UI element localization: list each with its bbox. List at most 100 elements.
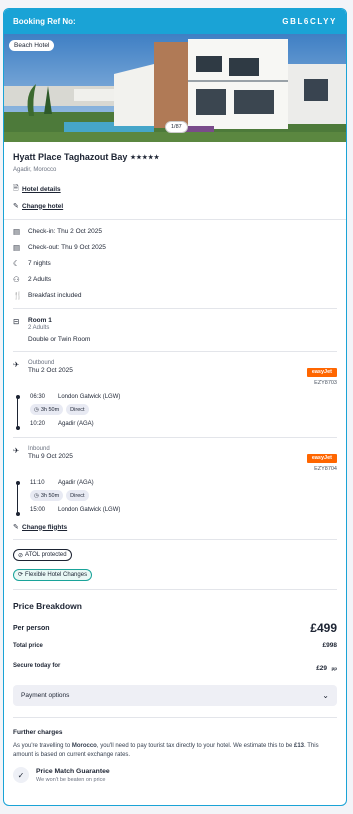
nights-row: ☾ 7 nights (13, 259, 337, 268)
further-text-2: , you'll need to pay tourist tax directl… (96, 743, 294, 749)
further-charges-title: Further charges (13, 729, 63, 736)
room-type: Double or Twin Room (28, 336, 91, 343)
stops-pill: Direct (66, 404, 89, 415)
atol-badge: ⊘ ATOL protected (13, 549, 72, 561)
per-person-value: £499 (310, 621, 337, 635)
outbound-flight: ✈ Outbound Thu 2 Oct 2025 easyJet EZY870… (13, 360, 337, 430)
per-person-row: Per person £499 (13, 621, 337, 635)
divider (13, 437, 337, 438)
departure-time: 06:30 (30, 393, 46, 400)
change-flights-label: Change flights (22, 523, 68, 531)
flight-date: Thu 9 Oct 2025 (28, 453, 73, 460)
payment-options-label: Payment options (21, 692, 70, 699)
divider (13, 308, 337, 309)
duration-text: 3h 50m (40, 492, 60, 499)
shield-check-icon: ⊘ (18, 552, 24, 559)
hotel-photo[interactable]: Beach Hotel 1/87 (4, 34, 346, 142)
flight-direction: Inbound (28, 446, 50, 452)
checkin-text: Check-in: Thu 2 Oct 2025 (28, 228, 102, 235)
bed-icon: ⊟ (13, 317, 20, 326)
destination: Morocco (71, 743, 97, 749)
divider (13, 589, 337, 590)
moon-icon: ☾ (13, 259, 20, 268)
checkout-row: ▤ Check-out: Thu 9 Oct 2025 (13, 243, 337, 252)
duration-pill: ◷ 3h 50m (30, 490, 64, 501)
total-price-label: Total price (13, 642, 43, 649)
refresh-icon: ⟳ (18, 572, 24, 578)
timeline-dot (15, 426, 20, 430)
flexible-changes-badge: ⟳ Flexible Hotel Changes (13, 568, 93, 581)
clock-icon: ◷ (34, 406, 39, 413)
airline-logo: easyJet (306, 367, 337, 377)
timeline-dot (15, 394, 20, 399)
price-breakdown-title: Price Breakdown (13, 601, 82, 611)
price-match-guarantee: ✓ Price Match Guarantee We won't be beat… (13, 767, 337, 783)
document-icon: 🗎 (13, 185, 19, 192)
price-match-subtitle: We won't be beaten on price (36, 776, 106, 783)
tax-amount: £13 (294, 743, 305, 749)
flight-direction: Outbound (28, 360, 55, 366)
timeline-dot (15, 512, 20, 516)
timeline-line (17, 482, 18, 515)
inbound-flight: ✈ Inbound Thu 9 Oct 2025 easyJet EZY8704… (13, 446, 337, 516)
board-text: Breakfast included (28, 292, 82, 299)
departure-airport: Agadir (AGA) (58, 479, 94, 486)
flex-label: Flexible Hotel Changes (25, 571, 88, 578)
check-icon: ✓ (13, 767, 29, 783)
cutlery-icon: 🍴 (13, 291, 23, 300)
booking-ref-label: Booking Ref No: (13, 17, 76, 26)
change-flights-link[interactable]: ✎ Change flights (13, 523, 337, 532)
people-icon: ⚇ (13, 275, 20, 284)
photo-counter: 1/87 (165, 121, 188, 133)
total-price-row: Total price £998 (13, 642, 337, 649)
flight-timeline: 06:30 London Gatwick (LGW) ◷ 3h 50m Dire… (13, 391, 337, 430)
flight-timeline: 11:10 Agadir (AGA) ◷ 3h 50m Direct 15:00… (13, 477, 337, 516)
hotel-details-link[interactable]: 🗎 Hotel details (13, 184, 337, 195)
atol-label: ATOL protected (25, 552, 67, 558)
pencil-icon: ✎ (13, 203, 19, 210)
checkout-text: Check-out: Thu 9 Oct 2025 (28, 244, 106, 251)
secure-today-label: Secure today for (13, 663, 61, 669)
nights-text: 7 nights (28, 260, 51, 267)
further-charges-text: As you're travelling to Morocco, you'll … (13, 742, 337, 760)
room-guests: 2 Adults (28, 325, 50, 331)
hotel-location: Agadir, Morocco (13, 167, 57, 173)
room-title: Room 1 (28, 317, 52, 324)
guests-text: 2 Adults (28, 276, 52, 283)
stops-pill: Direct (66, 490, 89, 501)
booking-ref-bar: Booking Ref No: GBL6CLYY (4, 9, 346, 34)
airline-logo: easyJet (306, 453, 337, 463)
timeline-dot (15, 480, 20, 485)
calendar-icon: ▤ (13, 227, 21, 236)
guests-row: ⚇ 2 Adults (13, 275, 337, 284)
divider (13, 351, 337, 352)
change-hotel-link[interactable]: ✎ Change hotel (13, 202, 337, 211)
divider (4, 219, 346, 220)
clock-icon: ◷ (34, 492, 39, 499)
plane-icon: ✈ (13, 360, 20, 369)
secure-today-row: Secure today for £29 pp (13, 657, 337, 675)
hotel-type-tag: Beach Hotel (9, 40, 55, 51)
plane-icon: ✈ (13, 446, 20, 455)
secure-today-suffix: pp (331, 666, 338, 671)
duration-pill: ◷ 3h 50m (30, 404, 64, 415)
flight-number: EZY8703 (314, 380, 337, 386)
arrival-time: 10:20 (30, 420, 46, 427)
checkin-row: ▤ Check-in: Thu 2 Oct 2025 (13, 227, 337, 236)
hotel-name: Hyatt Place Taghazout Bay (13, 152, 128, 162)
per-person-label: Per person (13, 624, 50, 632)
timeline-line (17, 396, 18, 429)
duration-text: 3h 50m (40, 406, 60, 413)
change-hotel-label: Change hotel (22, 202, 64, 210)
arrival-airport: Agadir (AGA) (58, 420, 94, 427)
payment-options-dropdown[interactable]: Payment options ⌄ (13, 685, 337, 706)
chevron-down-icon: ⌄ (322, 691, 329, 700)
room-section: ⊟ Room 1 2 Adults Double or Twin Room (13, 317, 337, 343)
flight-number: EZY8704 (314, 466, 337, 472)
total-price-value: £998 (322, 642, 337, 649)
departure-airport: London Gatwick (LGW) (58, 393, 121, 400)
booking-summary-card: Booking Ref No: GBL6CLYY Beach Hotel 1/8… (3, 8, 347, 806)
divider (13, 717, 337, 718)
arrival-airport: London Gatwick (LGW) (58, 506, 121, 513)
board-row: 🍴 Breakfast included (13, 291, 337, 300)
